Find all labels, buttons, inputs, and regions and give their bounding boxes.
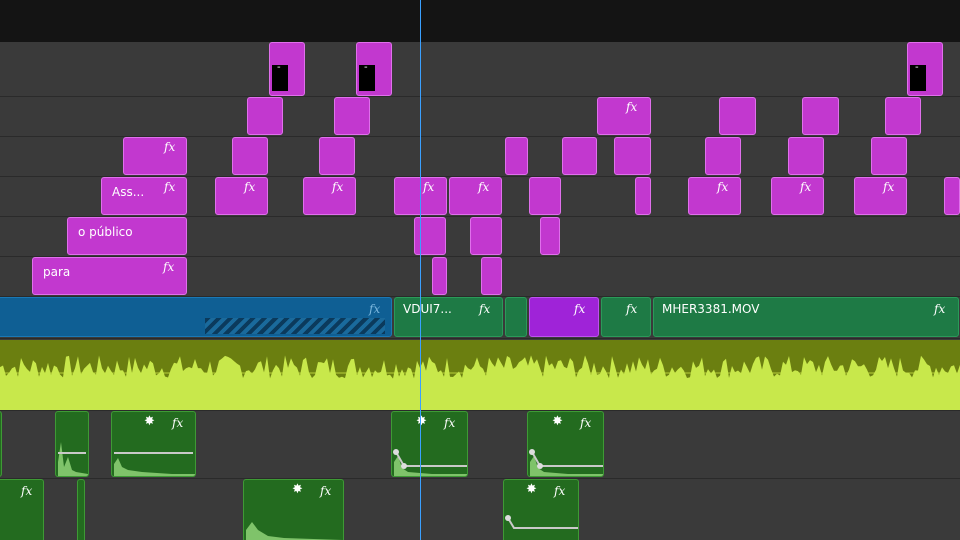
video-clip[interactable] — [505, 297, 527, 337]
fx-badge-icon: fx — [800, 180, 812, 194]
graphic-clip[interactable] — [247, 97, 283, 135]
graphic-clip[interactable]: fx — [123, 137, 187, 175]
fx-badge-icon: fx — [369, 302, 381, 316]
render-hatch — [205, 318, 385, 334]
graphic-clip[interactable]: fx — [597, 97, 651, 135]
audio-clip[interactable]: ✸ fx — [111, 411, 196, 477]
audio-waveform — [58, 442, 88, 476]
graphic-clip[interactable]: fx — [771, 177, 824, 215]
fx-badge-icon: fx — [444, 416, 456, 430]
fx-badge-icon: fx — [172, 416, 184, 430]
volume-keyline[interactable] — [114, 452, 193, 454]
graphic-clip[interactable]: fx — [688, 177, 741, 215]
graphic-clip[interactable] — [944, 177, 960, 215]
audio-clip[interactable]: ✸ fx — [243, 479, 344, 540]
graphic-clip[interactable]: fx — [449, 177, 502, 215]
fx-badge-icon: fx — [164, 180, 176, 194]
graphic-clip[interactable]: o público — [67, 217, 187, 255]
graphic-clip[interactable] — [871, 137, 907, 175]
fx-badge-icon: fx — [479, 302, 491, 316]
video-clip[interactable]: VDUI7... fx — [394, 297, 503, 337]
clip-marker — [272, 62, 288, 91]
sparkle-star-icon: ✸ — [292, 482, 303, 497]
clip-label: MHER3381.MOV — [662, 302, 760, 316]
graphic-clip[interactable] — [505, 137, 528, 175]
video-clip[interactable]: fx — [0, 297, 392, 337]
graphic-clip[interactable] — [319, 137, 355, 175]
graphic-clip[interactable] — [719, 97, 756, 135]
clip-label: VDUI7... — [403, 302, 452, 316]
sparkle-star-icon: ✸ — [416, 414, 427, 429]
fx-badge-icon: fx — [717, 180, 729, 194]
graphic-clip[interactable] — [432, 257, 447, 295]
audio-clip[interactable] — [77, 479, 85, 540]
graphic-clip[interactable]: fx — [303, 177, 356, 215]
audio-clip[interactable]: ✸ fx — [503, 479, 579, 540]
audio-clip[interactable]: fx — [0, 479, 44, 540]
fx-badge-icon: fx — [423, 180, 435, 194]
audio-waveform — [0, 355, 960, 410]
graphic-clip[interactable]: fx — [854, 177, 907, 215]
sparkle-star-icon: ✸ — [144, 414, 155, 429]
graphic-clip[interactable] — [334, 97, 370, 135]
fx-badge-icon: fx — [883, 180, 895, 194]
audio-clip[interactable]: ✸ fx — [527, 411, 604, 477]
graphic-clip[interactable] — [907, 42, 943, 96]
time-ruler[interactable] — [0, 0, 960, 42]
track-divider — [0, 338, 960, 339]
fx-badge-icon: fx — [626, 302, 638, 316]
track-divider — [0, 478, 960, 479]
graphic-clip[interactable] — [540, 217, 560, 255]
fx-badge-icon: fx — [574, 302, 586, 316]
graphic-clip[interactable] — [356, 42, 392, 96]
fx-badge-icon: fx — [478, 180, 490, 194]
graphic-clip[interactable] — [788, 137, 824, 175]
graphic-clip[interactable] — [802, 97, 839, 135]
volume-keyline[interactable] — [58, 452, 86, 454]
graphic-clip[interactable] — [232, 137, 268, 175]
audio-waveform — [505, 515, 578, 529]
video-clip[interactable]: fx — [529, 297, 599, 337]
graphic-clip[interactable] — [529, 177, 561, 215]
clip-label: para — [43, 265, 71, 279]
fx-badge-icon: fx — [21, 484, 33, 498]
fx-badge-icon: fx — [320, 484, 332, 498]
audio-clip[interactable] — [55, 411, 89, 477]
clip-label: Ass... — [112, 185, 145, 199]
fx-badge-icon: fx — [554, 484, 566, 498]
timeline-panel[interactable]: fx fx Ass... fx fx fx fx fx fx fx fx o p… — [0, 0, 960, 540]
audio-waveform — [393, 449, 467, 476]
fx-badge-icon: fx — [934, 302, 946, 316]
graphic-clip[interactable] — [414, 217, 446, 255]
clip-label: o público — [78, 225, 133, 239]
clip-marker — [910, 62, 926, 91]
fx-badge-icon: fx — [244, 180, 256, 194]
graphic-clip[interactable] — [885, 97, 921, 135]
audio-waveform — [529, 449, 603, 476]
graphic-clip[interactable] — [614, 137, 651, 175]
playhead[interactable] — [420, 0, 421, 540]
audio-clip[interactable] — [0, 411, 2, 477]
graphic-clip[interactable] — [562, 137, 597, 175]
graphic-clip[interactable]: para fx — [32, 257, 187, 295]
music-audio-clip[interactable] — [0, 340, 960, 410]
sparkle-star-icon: ✸ — [552, 414, 563, 429]
graphic-clip[interactable] — [481, 257, 502, 295]
graphic-clip[interactable] — [269, 42, 305, 96]
fx-badge-icon: fx — [163, 260, 175, 274]
video-clip[interactable]: MHER3381.MOV fx — [653, 297, 959, 337]
clip-marker — [359, 62, 375, 91]
fx-badge-icon: fx — [164, 140, 176, 154]
fx-badge-icon: fx — [626, 100, 638, 114]
graphic-clip[interactable] — [470, 217, 502, 255]
audio-clip[interactable]: ✸ fx — [391, 411, 468, 477]
graphic-clip[interactable]: Ass... fx — [101, 177, 187, 215]
graphic-clip[interactable]: fx — [215, 177, 268, 215]
graphic-clip[interactable] — [635, 177, 651, 215]
fx-badge-icon: fx — [332, 180, 344, 194]
video-clip[interactable]: fx — [601, 297, 651, 337]
sparkle-star-icon: ✸ — [526, 482, 537, 497]
fx-badge-icon: fx — [580, 416, 592, 430]
graphic-clip[interactable] — [705, 137, 741, 175]
